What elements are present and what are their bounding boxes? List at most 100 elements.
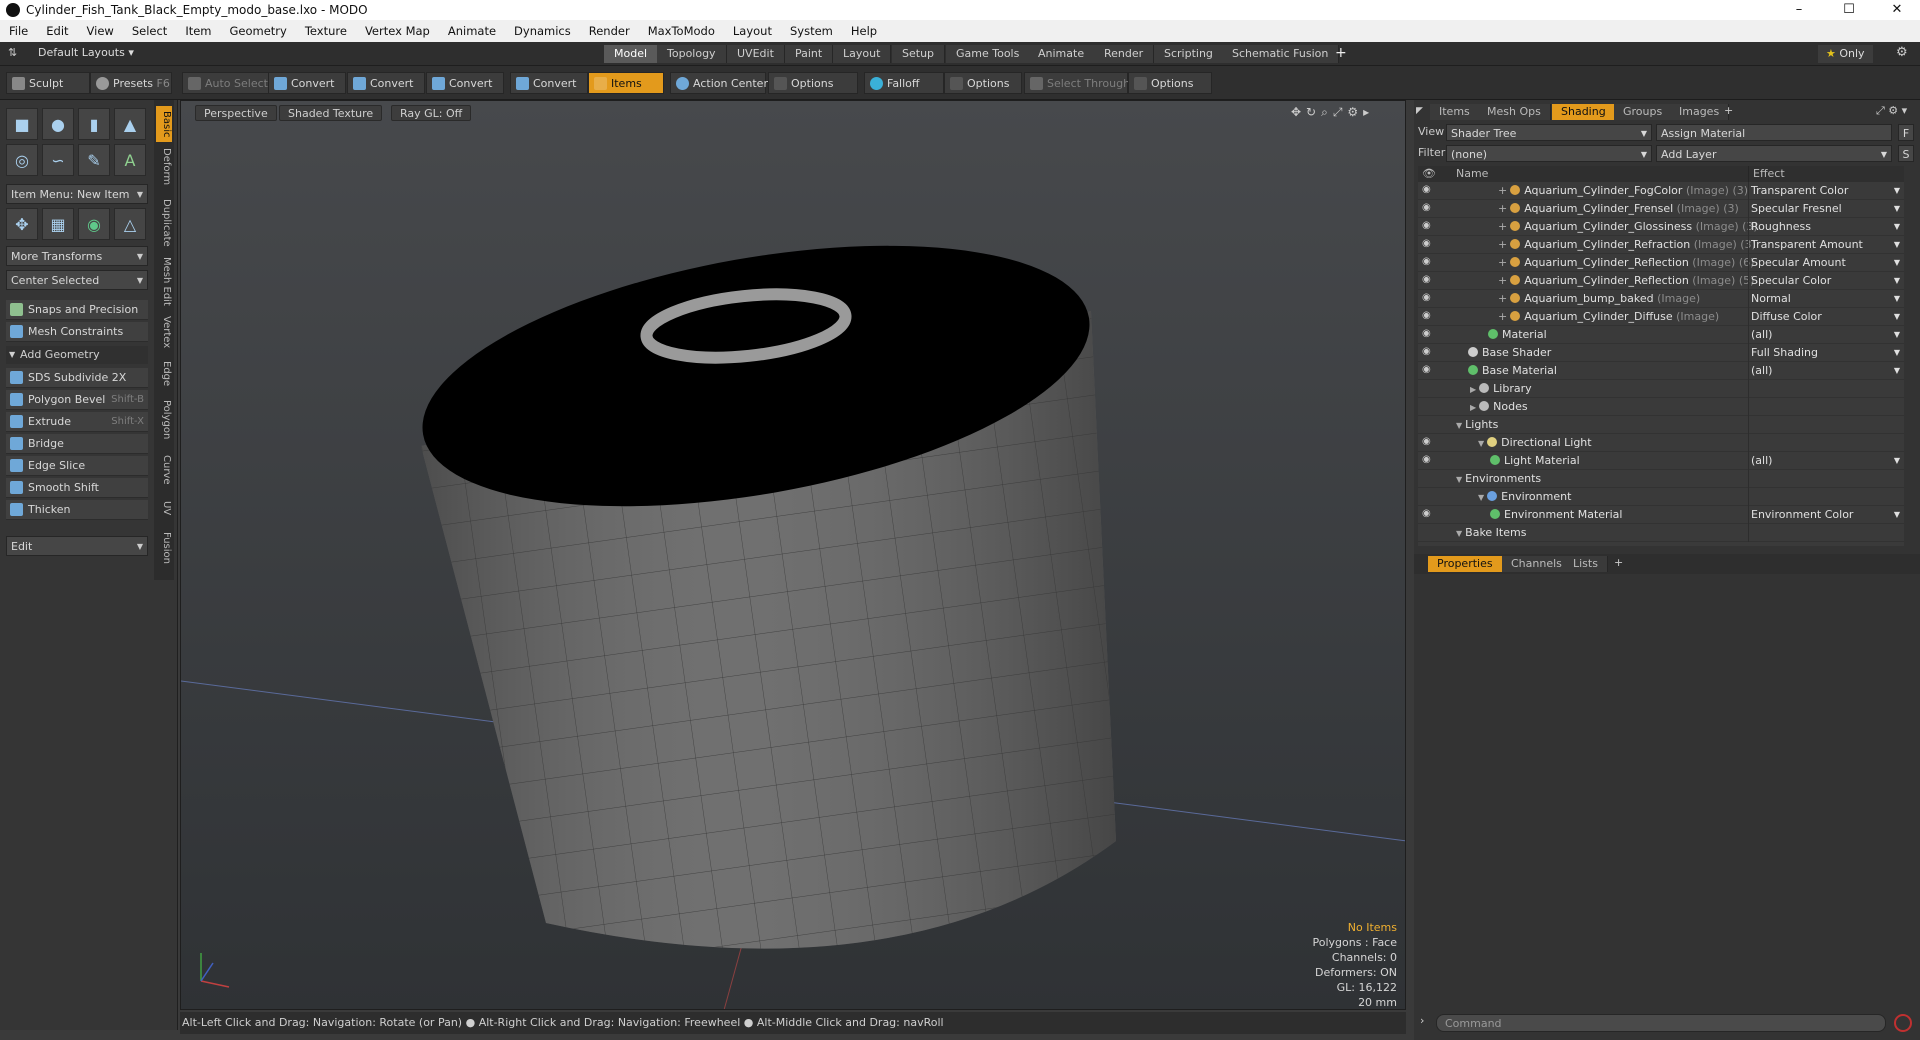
vtab-duplicate[interactable]: Duplicate [156, 196, 172, 250]
tab-groups[interactable]: Groups [1614, 104, 1673, 120]
shader-tree-row[interactable]: ▼ Environments [1418, 470, 1904, 488]
3d-viewport[interactable]: Perspective Shaded Texture Ray GL: Off ✥… [180, 100, 1406, 1010]
vtab-uv[interactable]: UV [156, 496, 172, 520]
items-mode-button[interactable]: Items [588, 72, 664, 94]
tab-topology[interactable]: Topology [657, 45, 727, 63]
tab-paint[interactable]: Paint [785, 45, 834, 63]
shader-tree-row[interactable]: ▶ Nodes [1418, 398, 1904, 416]
layout-expand-icon[interactable]: ⇅ [8, 46, 17, 59]
expand-icon[interactable]: ⤢ ⚙ ▾ [1876, 104, 1907, 118]
sds-subdivide-button[interactable]: SDS Subdivide 2X [6, 368, 148, 388]
vtab-polygon[interactable]: Polygon [156, 396, 172, 444]
shader-tree-row[interactable]: ▼ Environment [1418, 488, 1904, 506]
eye-icon[interactable]: ◉ [1422, 365, 1434, 375]
tab-render[interactable]: Render [1094, 45, 1155, 63]
sculpt-button[interactable]: Sculpt [6, 72, 90, 94]
tab-model[interactable]: Model [604, 45, 659, 63]
expand-plus-icon[interactable]: + [1498, 184, 1507, 197]
cylinder-icon[interactable]: ▮ [78, 108, 110, 140]
more-transforms-dropdown[interactable]: More Transforms ▼ [6, 246, 148, 266]
eye-icon[interactable]: ◉ [1422, 311, 1434, 321]
item-menu-dropdown[interactable]: Item Menu: New Item ▼ [6, 184, 148, 204]
thicken-button[interactable]: Thicken [6, 500, 148, 520]
tab-game-tools[interactable]: Game Tools [946, 45, 1031, 63]
eye-icon[interactable]: ◉ [1422, 239, 1434, 249]
shader-tree-row[interactable]: ◉ + Aquarium_Cylinder_Glossiness (Image) (… [1418, 218, 1904, 236]
bridge-button[interactable]: Bridge [6, 434, 148, 454]
add-geometry-section[interactable]: ▼ Add Geometry [6, 346, 148, 364]
expand-plus-icon[interactable]: + [1498, 202, 1507, 215]
falloff-options-button[interactable]: Options [944, 72, 1022, 94]
falloff-button[interactable]: Falloff [864, 72, 944, 94]
menu-file[interactable]: File [0, 24, 37, 38]
view-dropdown[interactable]: Shader Tree ▼ [1446, 124, 1652, 141]
shader-tree-row[interactable]: ◉ Base Material (all) ▼ [1418, 362, 1904, 380]
add-layer-dropdown[interactable]: Add Layer ▼ [1656, 145, 1892, 162]
shader-tree-row[interactable]: ◉ + Aquarium_Cylinder_FogColor (Image) (3)… [1418, 182, 1904, 200]
effect-cell[interactable] [1748, 380, 1904, 398]
snaps-precision-button[interactable]: Snaps and Precision [6, 300, 148, 320]
shader-tree-row[interactable]: ▼ Lights [1418, 416, 1904, 434]
gear-icon[interactable]: ⚙ [1896, 45, 1908, 60]
eye-icon[interactable]: ◉ [1422, 509, 1434, 519]
panel-menu-icon[interactable]: ◤ [1416, 106, 1423, 116]
effect-cell[interactable]: Normal ▼ [1748, 290, 1904, 308]
chevron-down-icon[interactable]: ▼ [1478, 493, 1484, 502]
add-tab-button[interactable]: + [1724, 104, 1733, 117]
mesh-constraints-button[interactable]: Mesh Constraints [6, 322, 148, 342]
default-layouts-dropdown[interactable]: Default Layouts ▾ [38, 46, 134, 59]
convert-vertex-button[interactable]: Convert [268, 72, 346, 94]
eye-icon[interactable]: ◉ [1422, 293, 1434, 303]
tab-schematic-fusion[interactable]: Schematic Fusion [1222, 45, 1340, 63]
smooth-shift-button[interactable]: Smooth Shift [6, 478, 148, 498]
expand-plus-icon[interactable]: + [1498, 292, 1507, 305]
eye-icon[interactable]: ◉ [1422, 257, 1434, 267]
effect-cell[interactable]: Full Shading ▼ [1748, 344, 1904, 362]
effect-cell[interactable] [1748, 416, 1904, 434]
vtab-basic[interactable]: Basic [156, 106, 172, 142]
vtab-vertex[interactable]: Vertex [156, 312, 172, 352]
eye-icon[interactable]: ◉ [1422, 275, 1434, 285]
effect-cell[interactable]: Environment Color ▼ [1748, 506, 1904, 524]
convert-polygon-button[interactable]: Convert [426, 72, 504, 94]
tab-channels[interactable]: Channels [1502, 556, 1572, 572]
tab-mesh-ops[interactable]: Mesh Ops [1478, 104, 1551, 120]
shader-tree-row[interactable]: ▼ Bake Items [1418, 524, 1904, 542]
eye-icon[interactable]: ◉ [1422, 203, 1434, 213]
menu-item[interactable]: Item [176, 24, 220, 38]
menu-vertex-map[interactable]: Vertex Map [356, 24, 439, 38]
effect-cell[interactable] [1748, 488, 1904, 506]
tube-icon[interactable]: ∽ [42, 144, 74, 176]
chevron-down-icon[interactable]: ▼ [1456, 475, 1462, 484]
effect-cell[interactable]: Roughness ▼ [1748, 218, 1904, 236]
vtab-mesh-edit[interactable]: Mesh Edit [156, 256, 172, 306]
chevron-down-icon[interactable]: ▼ [1456, 529, 1462, 538]
tab-uvedit[interactable]: UVEdit [727, 45, 785, 63]
effect-column-header[interactable]: Effect [1748, 166, 1904, 182]
effect-cell[interactable]: Transparent Amount ▼ [1748, 236, 1904, 254]
vtab-curve[interactable]: Curve [156, 452, 172, 488]
s-button[interactable]: S [1898, 145, 1914, 162]
eye-icon[interactable]: ◉ [1422, 185, 1434, 195]
effect-cell[interactable] [1748, 470, 1904, 488]
shader-tree-row[interactable]: ◉ + Aquarium_Cylinder_Reflection (Image) (… [1418, 254, 1904, 272]
select-through-button[interactable]: Select Through [1024, 72, 1130, 94]
close-button[interactable]: ✕ [1874, 0, 1920, 20]
record-icon[interactable] [1894, 1014, 1912, 1032]
menu-texture[interactable]: Texture [296, 24, 356, 38]
effect-cell[interactable]: Specular Amount ▼ [1748, 254, 1904, 272]
effect-cell[interactable]: (all) ▼ [1748, 326, 1904, 344]
select-options-button[interactable]: Options [1128, 72, 1212, 94]
tab-animate[interactable]: Animate [1028, 45, 1096, 63]
shader-tree-row[interactable]: ◉ Environment Material Environment Color ▼ [1418, 506, 1904, 524]
presets-button[interactable]: Presets F6 [90, 72, 172, 94]
f-button[interactable]: F [1898, 124, 1914, 141]
chevron-right-icon[interactable]: ▶ [1470, 385, 1476, 394]
convert-item-button[interactable]: Convert [510, 72, 588, 94]
effect-cell[interactable]: (all) ▼ [1748, 452, 1904, 470]
effect-cell[interactable] [1748, 434, 1904, 452]
tab-scripting[interactable]: Scripting [1154, 45, 1224, 63]
menu-select[interactable]: Select [123, 24, 176, 38]
sphere-icon[interactable]: ● [42, 108, 74, 140]
expand-plus-icon[interactable]: + [1498, 220, 1507, 233]
